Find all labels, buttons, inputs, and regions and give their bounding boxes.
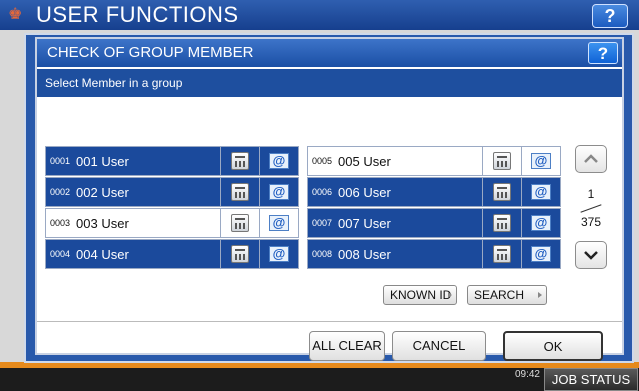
fax-button[interactable] <box>482 147 521 175</box>
member-label[interactable]: 0008 008 User <box>308 240 482 268</box>
dialog-title: CHECK OF GROUP MEMBER <box>47 44 254 61</box>
arrow-right-icon <box>448 292 452 298</box>
member-label[interactable]: 0004 004 User <box>46 240 220 268</box>
email-button[interactable]: @ <box>259 240 298 268</box>
fax-icon <box>231 245 249 263</box>
member-id: 0005 <box>312 156 333 166</box>
user-functions-icon: ♚ <box>8 6 23 23</box>
member-row[interactable]: 0005 005 User @ <box>307 146 561 176</box>
member-label[interactable]: 0006 006 User <box>308 178 482 206</box>
dialog-panel: CHECK OF GROUP MEMBER ? Select Member in… <box>35 37 624 361</box>
fax-button[interactable] <box>220 147 259 175</box>
member-name: 008 User <box>338 246 391 262</box>
email-button[interactable]: @ <box>259 147 298 175</box>
member-name: 002 User <box>76 184 129 200</box>
member-label[interactable]: 0002 002 User <box>46 178 220 206</box>
fax-button[interactable] <box>482 178 521 206</box>
member-row[interactable]: 0001 001 User @ <box>45 146 299 176</box>
member-row[interactable]: 0004 004 User @ <box>45 239 299 269</box>
email-icon: @ <box>269 153 289 169</box>
app-title: USER FUNCTIONS <box>36 2 239 27</box>
email-icon: @ <box>269 246 289 262</box>
known-id-label: KNOWN ID <box>390 288 452 302</box>
total-pages: 375 <box>580 215 602 229</box>
member-name: 003 User <box>76 215 129 231</box>
arrow-right-icon <box>538 292 542 298</box>
fax-icon <box>231 214 249 232</box>
member-name: 006 User <box>338 184 391 200</box>
page-up-button[interactable] <box>575 145 607 173</box>
member-name: 004 User <box>76 246 129 262</box>
email-button[interactable]: @ <box>521 240 560 268</box>
fax-button[interactable] <box>220 178 259 206</box>
fax-button[interactable] <box>482 240 521 268</box>
bottom-bar: 09:42 JOB STATUS <box>0 368 639 391</box>
member-row[interactable]: 0003 003 User @ <box>45 208 299 238</box>
fax-icon <box>493 214 511 232</box>
email-icon: @ <box>531 246 551 262</box>
member-row[interactable]: 0002 002 User @ <box>45 177 299 207</box>
email-icon: @ <box>531 184 551 200</box>
group-member-dialog: CHECK OF GROUP MEMBER ? Select Member in… <box>24 33 634 363</box>
member-label[interactable]: 0001 001 User <box>46 147 220 175</box>
chevron-down-icon <box>584 251 598 260</box>
email-button[interactable]: @ <box>259 209 298 237</box>
fax-icon <box>231 152 249 170</box>
cancel-button[interactable]: CANCEL <box>392 331 486 361</box>
clock-time: 09:42 <box>514 369 540 380</box>
fax-icon <box>493 183 511 201</box>
ok-button[interactable]: OK <box>503 331 603 361</box>
member-name: 007 User <box>338 215 391 231</box>
page-divider <box>580 204 602 213</box>
member-label[interactable]: 0003 003 User <box>46 209 220 237</box>
fax-button[interactable] <box>220 209 259 237</box>
current-page: 1 <box>587 187 595 201</box>
fax-icon <box>493 245 511 263</box>
member-label[interactable]: 0007 007 User <box>308 209 482 237</box>
email-icon: @ <box>531 153 551 169</box>
dialog-title-bar: CHECK OF GROUP MEMBER ? <box>37 39 622 67</box>
member-id: 0007 <box>312 218 333 228</box>
member-id: 0003 <box>50 218 71 228</box>
dialog-subtitle: Select Member in a group <box>37 69 622 97</box>
search-label: SEARCH <box>474 288 525 302</box>
member-id: 0008 <box>312 249 333 259</box>
email-icon: @ <box>269 215 289 231</box>
fax-button[interactable] <box>220 240 259 268</box>
member-row[interactable]: 0008 008 User @ <box>307 239 561 269</box>
search-button[interactable]: SEARCH <box>467 285 547 305</box>
member-label[interactable]: 0005 005 User <box>308 147 482 175</box>
job-status-button[interactable]: JOB STATUS <box>544 368 638 391</box>
fax-icon <box>231 183 249 201</box>
fax-icon <box>493 152 511 170</box>
chevron-up-icon <box>584 154 598 163</box>
fax-button[interactable] <box>482 209 521 237</box>
member-row[interactable]: 0007 007 User @ <box>307 208 561 238</box>
email-icon: @ <box>531 215 551 231</box>
member-row[interactable]: 0006 006 User @ <box>307 177 561 207</box>
member-name: 005 User <box>338 153 391 169</box>
app-help-button[interactable]: ? <box>592 4 628 28</box>
dialog-help-button[interactable]: ? <box>588 42 618 64</box>
member-id: 0006 <box>312 187 333 197</box>
member-id: 0002 <box>50 187 71 197</box>
page-down-button[interactable] <box>575 241 607 269</box>
all-clear-button[interactable]: ALL CLEAR <box>309 331 385 361</box>
member-id: 0004 <box>50 249 71 259</box>
email-button[interactable]: @ <box>521 209 560 237</box>
known-id-button[interactable]: KNOWN ID <box>383 285 457 305</box>
email-button[interactable]: @ <box>521 178 560 206</box>
divider <box>37 321 622 322</box>
email-icon: @ <box>269 184 289 200</box>
email-button[interactable]: @ <box>259 178 298 206</box>
app-header: ♚ USER FUNCTIONS ? <box>0 0 639 30</box>
email-button[interactable]: @ <box>521 147 560 175</box>
member-id: 0001 <box>50 156 71 166</box>
member-name: 001 User <box>76 153 129 169</box>
